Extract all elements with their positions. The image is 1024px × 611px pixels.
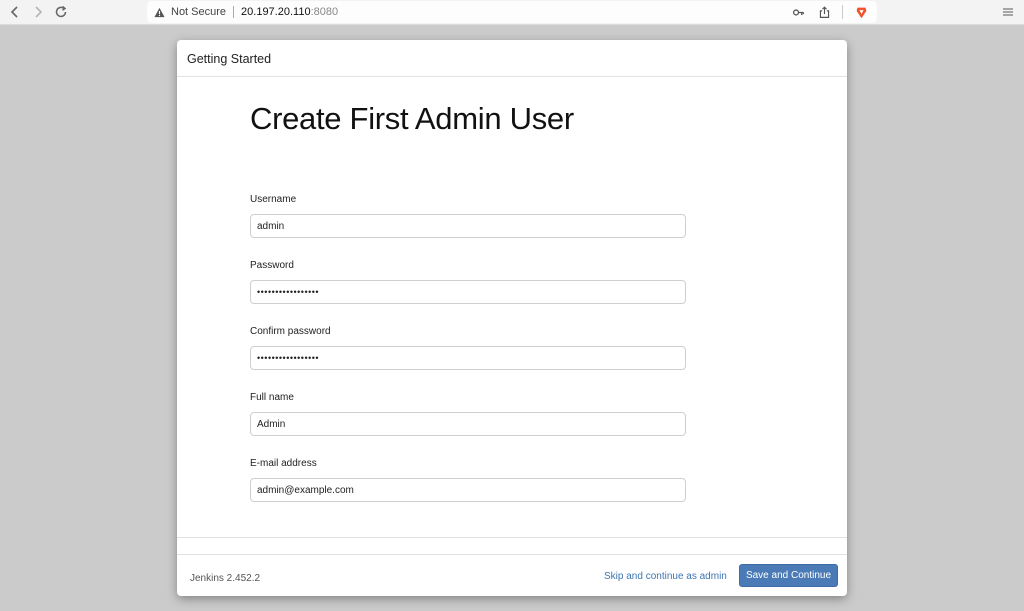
setup-dialog: Getting Started Create First Admin User … (177, 40, 847, 596)
dialog-body: Create First Admin User Username admin P… (177, 77, 847, 538)
url-actions (790, 4, 869, 20)
dialog-header-title: Getting Started (187, 52, 272, 66)
address-bar[interactable]: Not Secure 20.197.20.110:8080 (147, 1, 877, 23)
menu-icon[interactable] (1000, 4, 1016, 20)
password-label: Password (250, 260, 294, 271)
security-status: Not Secure (171, 6, 227, 18)
version-label: Jenkins 2.452.2 (190, 573, 261, 584)
url-host: 20.197.20.110 (241, 6, 311, 18)
email-input[interactable]: admin@example.com (250, 478, 686, 502)
password-input[interactable]: ••••••••••••••••• (250, 280, 686, 304)
page-title: Create First Admin User (250, 101, 574, 136)
forward-icon[interactable] (29, 3, 47, 21)
browser-toolbar: Not Secure 20.197.20.110:8080 (0, 0, 1024, 25)
reload-icon[interactable] (52, 3, 70, 21)
dialog-header: Getting Started (177, 40, 847, 77)
email-label: E-mail address (250, 458, 317, 469)
share-icon[interactable] (816, 4, 832, 20)
warning-icon (154, 7, 165, 18)
body-divider (177, 537, 847, 538)
full-name-input[interactable]: Admin (250, 412, 686, 436)
brave-shield-icon[interactable] (853, 4, 869, 20)
confirm-password-label: Confirm password (250, 326, 331, 337)
toolbar-divider (842, 5, 843, 19)
confirm-password-input[interactable]: ••••••••••••••••• (250, 346, 686, 370)
url-port: :8080 (310, 6, 339, 18)
username-label: Username (250, 194, 297, 205)
username-input[interactable]: admin (250, 214, 686, 238)
key-icon[interactable] (790, 4, 806, 20)
full-name-label: Full name (250, 392, 294, 403)
skip-and-continue-link[interactable]: Skip and continue as admin (604, 571, 727, 582)
url-divider (233, 6, 235, 18)
dialog-footer: Jenkins 2.452.2 Skip and continue as adm… (177, 554, 847, 596)
back-icon[interactable] (6, 3, 24, 21)
save-and-continue-button[interactable]: Save and Continue (739, 564, 838, 587)
